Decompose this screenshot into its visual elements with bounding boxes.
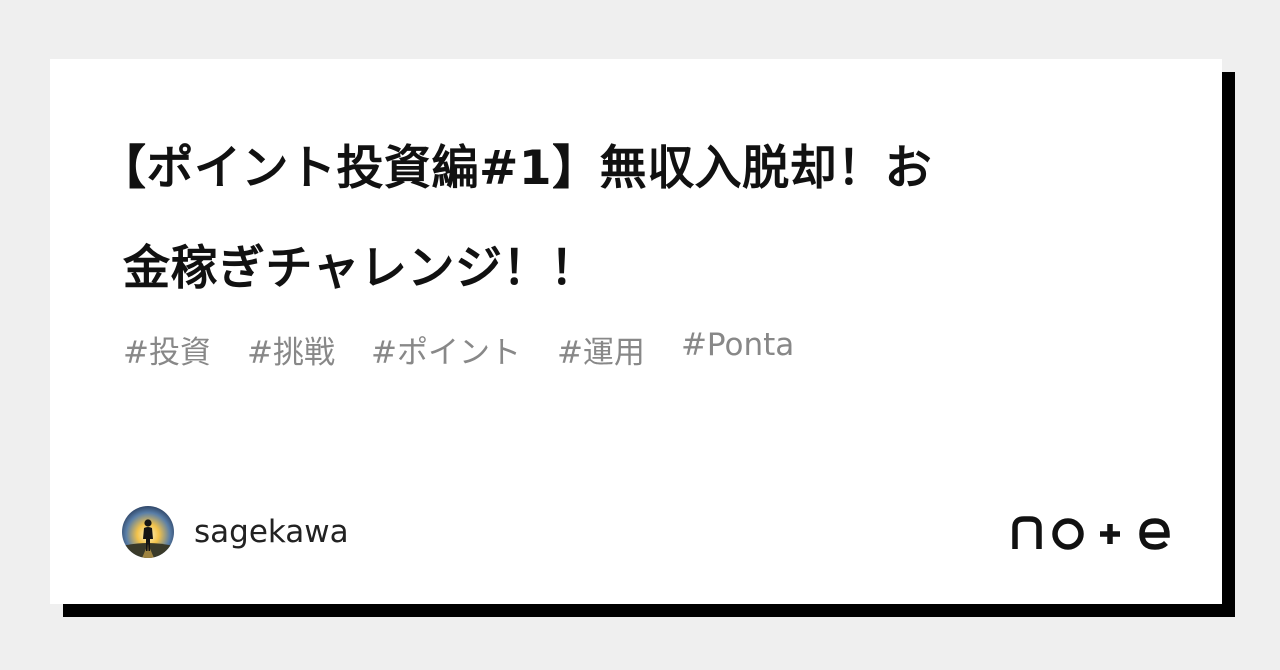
avatar-image-icon <box>122 506 174 558</box>
article-card[interactable]: 【ポイント投資編#1】無収入脱却！お 金稼ぎチャレンジ！！ #投資 #挑戦 #ポ… <box>50 59 1222 604</box>
article-title-line2: 金稼ぎチャレンジ！！ <box>123 241 598 296</box>
article-title-line1: 【ポイント投資編#1】無収入脱却！お <box>99 141 933 196</box>
note-logo-icon[interactable]: note <box>1012 511 1172 553</box>
author-info[interactable]: sagekawa <box>122 506 349 558</box>
hashtag-challenge[interactable]: #挑戦 <box>247 327 335 372</box>
hashtag-management[interactable]: #運用 <box>557 327 645 372</box>
article-title[interactable]: 【ポイント投資編#1】無収入脱却！お 金稼ぎチャレンジ！！ <box>99 119 1173 319</box>
avatar[interactable] <box>122 506 174 558</box>
hashtag-ponta[interactable]: #Ponta <box>681 327 794 372</box>
author-name: sagekawa <box>194 514 349 550</box>
hashtag-investment[interactable]: #投資 <box>123 327 211 372</box>
hashtag-list: #投資 #挑戦 #ポイント #運用 #Ponta <box>123 327 794 372</box>
hashtag-points[interactable]: #ポイント <box>371 327 521 372</box>
